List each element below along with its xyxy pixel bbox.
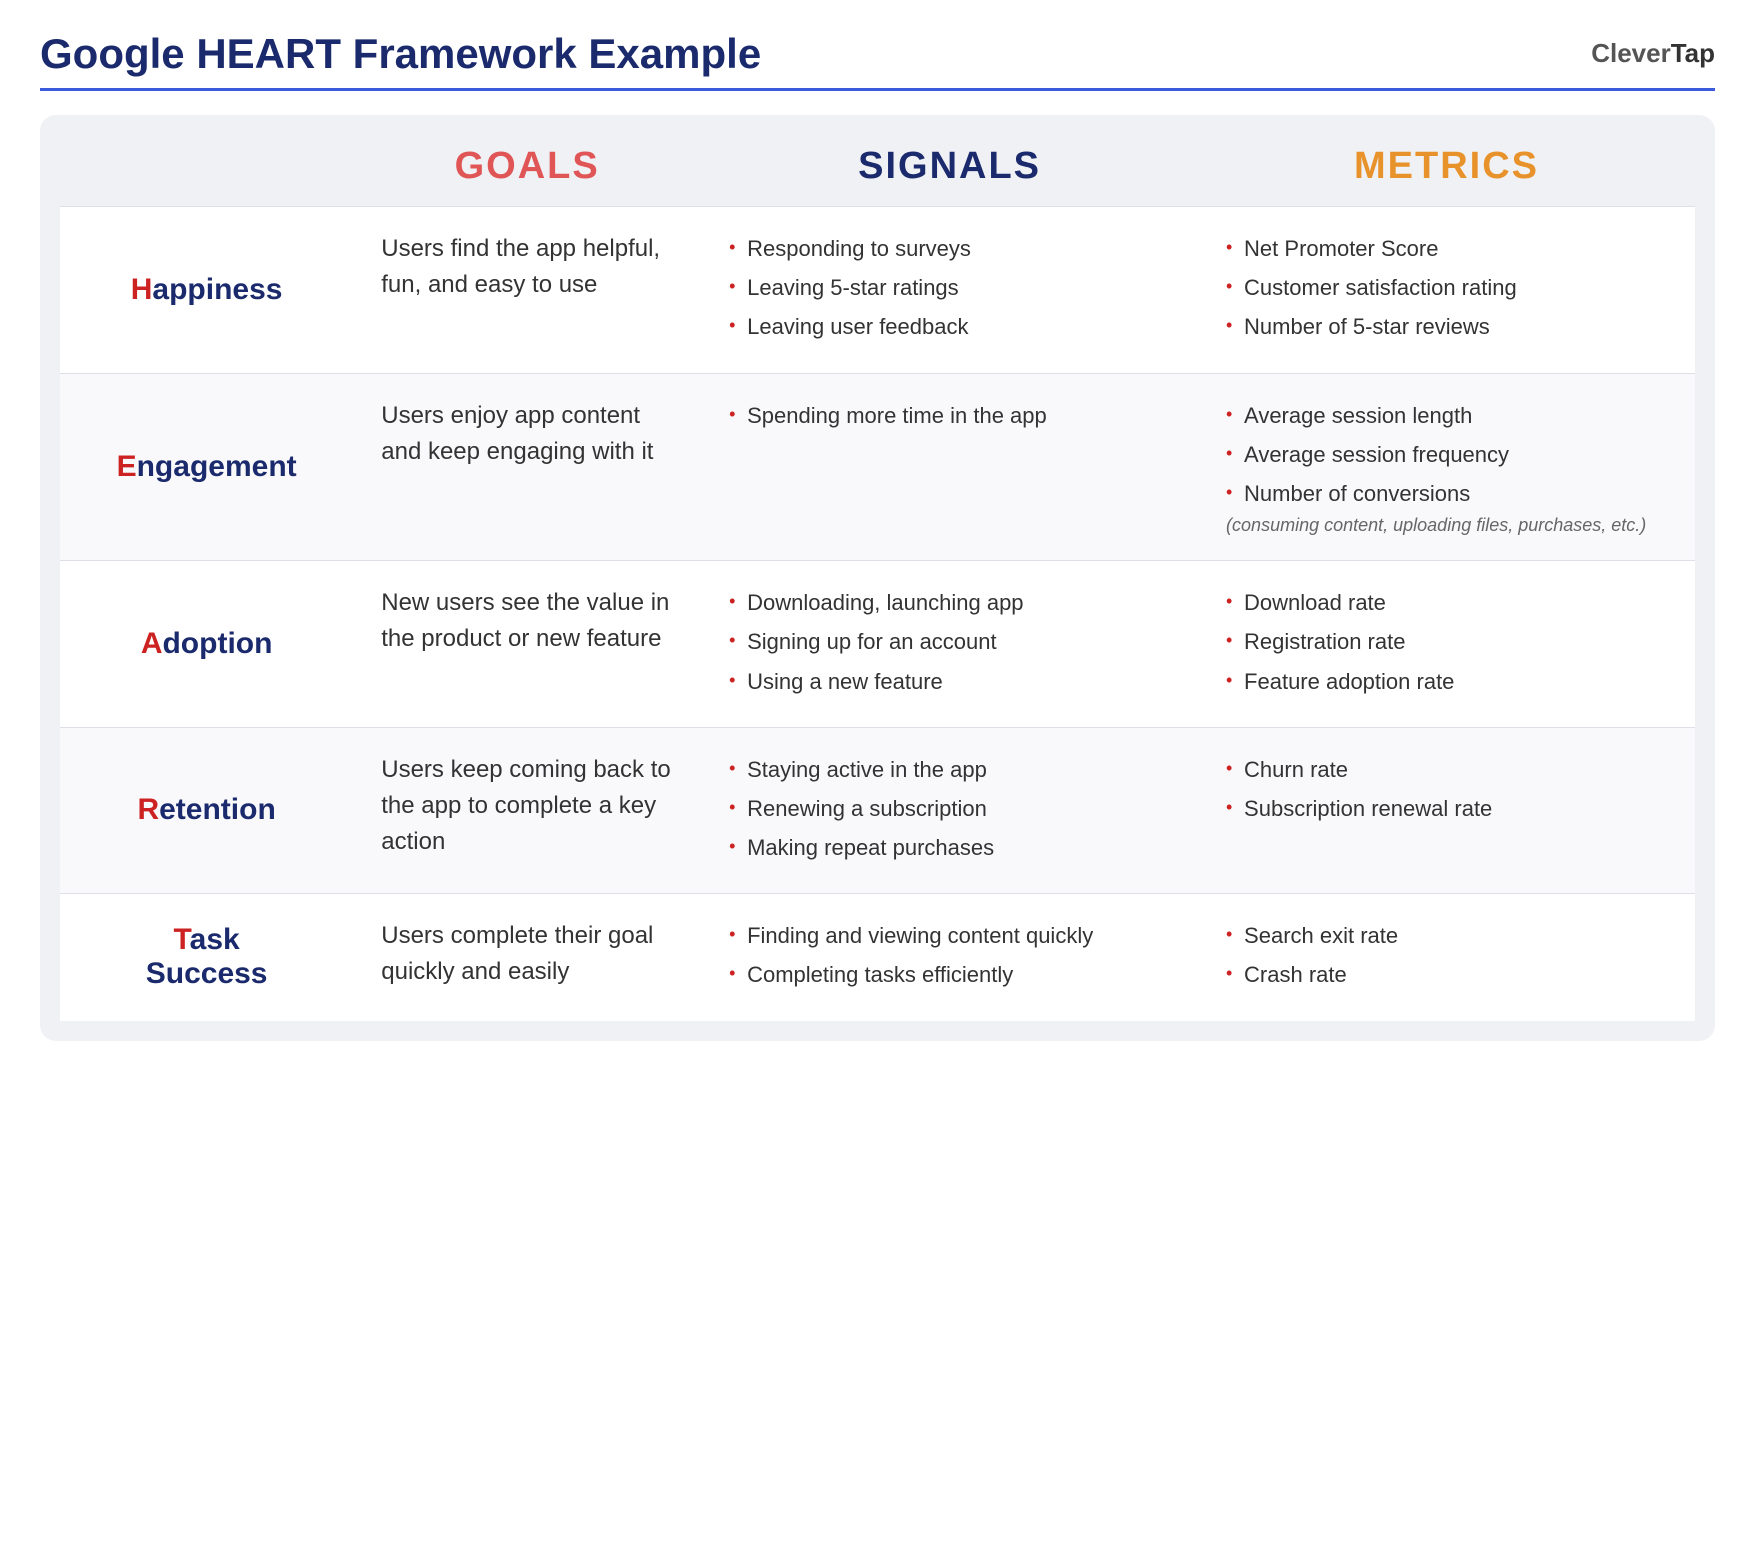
row-label-cell: Happiness [60, 206, 353, 373]
row-label-cell: Adoption [60, 560, 353, 727]
signal-item: Finding and viewing content quickly [729, 918, 1170, 953]
signal-item: Downloading, launching app [729, 585, 1170, 620]
heart-framework-table: GOALS SIGNALS METRICS Happiness Users fin… [40, 115, 1715, 1041]
signal-item: Renewing a subscription [729, 791, 1170, 826]
row-metrics-cell: Search exit rate Crash rate [1198, 893, 1695, 1020]
signals-list: Spending more time in the app [729, 398, 1170, 433]
metric-item: Customer satisfaction rating [1226, 270, 1667, 305]
row-label-rest: ngagement [137, 450, 297, 483]
row-label-rest: doption [162, 627, 272, 660]
col-goals-header: GOALS [353, 135, 701, 206]
row-metrics-cell: Download rate Registration rate Feature ad… [1198, 560, 1695, 727]
table-row: Engagement Users enjoy app content and ke… [60, 373, 1695, 561]
framework-table: GOALS SIGNALS METRICS Happiness Users fin… [60, 135, 1695, 1021]
metric-item: Number of 5-star reviews [1226, 309, 1667, 344]
col-metrics-header: METRICS [1198, 135, 1695, 206]
row-goal-cell: Users keep coming back to the app to com… [353, 727, 701, 894]
row-label-cell: Retention [60, 727, 353, 894]
metric-item: Average session frequency [1226, 437, 1667, 472]
metrics-list: Download rate Registration rate Feature ad… [1226, 585, 1667, 699]
signals-list: Downloading, launching app Signing up for… [729, 585, 1170, 699]
row-signals-cell: Downloading, launching app Signing up for… [701, 560, 1198, 727]
row-label-rest: appiness [152, 273, 282, 306]
row-label-first-letter: A [141, 627, 163, 660]
signal-item: Leaving 5-star ratings [729, 270, 1170, 305]
metric-item: Subscription renewal rate [1226, 791, 1667, 826]
metric-item: Download rate [1226, 585, 1667, 620]
metrics-list: Search exit rate Crash rate [1226, 918, 1667, 992]
signal-item: Signing up for an account [729, 624, 1170, 659]
brand-plain: Clever [1591, 38, 1671, 68]
row-label-rest: askSuccess [146, 923, 268, 990]
brand-logo: CleverTap [1591, 38, 1715, 69]
brand-bold: Tap [1671, 38, 1715, 68]
row-goal-cell: Users find the app helpful, fun, and eas… [353, 206, 701, 373]
metric-item: Search exit rate [1226, 918, 1667, 953]
goal-text: Users find the app helpful, fun, and eas… [381, 231, 673, 303]
signal-item: Leaving user feedback [729, 309, 1170, 344]
metric-item: Feature adoption rate [1226, 664, 1667, 699]
row-goal-cell: New users see the value in the product o… [353, 560, 701, 727]
row-label-first-letter: E [117, 450, 137, 483]
signal-item: Completing tasks efficiently [729, 957, 1170, 992]
table-row: Happiness Users find the app helpful, fun… [60, 206, 1695, 373]
col-signals-header: SIGNALS [701, 135, 1198, 206]
metric-item: Registration rate [1226, 624, 1667, 659]
row-label-first-letter: T [174, 923, 190, 956]
row-label-rest: etention [159, 793, 276, 826]
page-title: Google HEART Framework Example [40, 30, 761, 78]
row-label-first-letter: R [137, 793, 159, 826]
table-row: Retention Users keep coming back to the a… [60, 727, 1695, 894]
metrics-list: Churn rate Subscription renewal rate [1226, 752, 1667, 826]
goal-text: Users keep coming back to the app to com… [381, 752, 673, 860]
signals-list: Staying active in the app Renewing a subs… [729, 752, 1170, 866]
signal-item: Spending more time in the app [729, 398, 1170, 433]
table-row: Adoption New users see the value in the p… [60, 560, 1695, 727]
row-goal-cell: Users enjoy app content and keep engagin… [353, 373, 701, 561]
row-signals-cell: Responding to surveys Leaving 5-star rati… [701, 206, 1198, 373]
metrics-list: Average session length Average session fr… [1226, 398, 1667, 512]
row-label-cell: Engagement [60, 373, 353, 561]
row-signals-cell: Finding and viewing content quickly Compl… [701, 893, 1198, 1020]
signal-item: Staying active in the app [729, 752, 1170, 787]
col-empty-header [60, 135, 353, 206]
row-label-cell: TaskSuccess [60, 893, 353, 1020]
metrics-list: Net Promoter Score Customer satisfaction … [1226, 231, 1667, 345]
metric-item: Average session length [1226, 398, 1667, 433]
row-label-first-letter: H [131, 273, 153, 306]
signal-item: Making repeat purchases [729, 830, 1170, 865]
row-goal-cell: Users complete their goal quickly and ea… [353, 893, 701, 1020]
row-metrics-cell: Churn rate Subscription renewal rate [1198, 727, 1695, 894]
row-signals-cell: Staying active in the app Renewing a subs… [701, 727, 1198, 894]
signals-list: Responding to surveys Leaving 5-star rati… [729, 231, 1170, 345]
row-signals-cell: Spending more time in the app [701, 373, 1198, 561]
metric-item: Net Promoter Score [1226, 231, 1667, 266]
goal-text: Users enjoy app content and keep engagin… [381, 398, 673, 470]
page-header: Google HEART Framework Example CleverTap [40, 30, 1715, 91]
signal-item: Responding to surveys [729, 231, 1170, 266]
metric-item: Churn rate [1226, 752, 1667, 787]
table-row: TaskSuccess Users complete their goal qui… [60, 893, 1695, 1020]
metric-item: Crash rate [1226, 957, 1667, 992]
row-metrics-cell: Average session length Average session fr… [1198, 373, 1695, 561]
metric-item: Number of conversions [1226, 476, 1667, 511]
signal-item: Using a new feature [729, 664, 1170, 699]
metrics-note: (consuming content, uploading files, pur… [1226, 515, 1667, 536]
signals-list: Finding and viewing content quickly Compl… [729, 918, 1170, 992]
goal-text: Users complete their goal quickly and ea… [381, 918, 673, 990]
goal-text: New users see the value in the product o… [381, 585, 673, 657]
row-metrics-cell: Net Promoter Score Customer satisfaction … [1198, 206, 1695, 373]
